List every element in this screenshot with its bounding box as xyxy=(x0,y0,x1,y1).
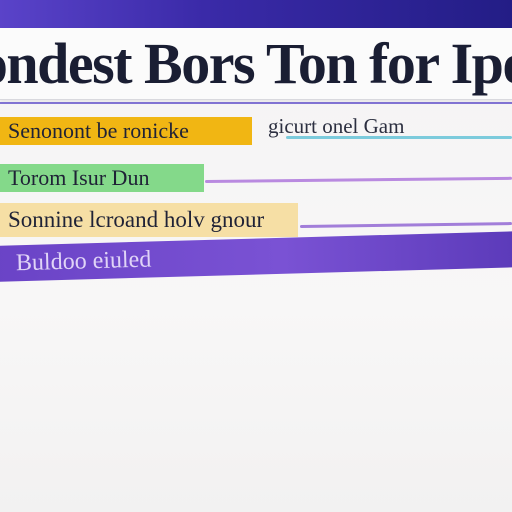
list-item-4[interactable]: Buldoo eiuled xyxy=(0,231,512,282)
list-item-1[interactable]: Senonont be ronicke xyxy=(0,117,252,145)
list-item-label: Buldoo eiuled xyxy=(15,246,152,276)
list-item-side-text: gicurt onel Gam xyxy=(268,114,405,138)
list-item-3[interactable]: Sonnine lcroand holv gnour xyxy=(0,203,298,237)
list-item-line-3 xyxy=(299,222,512,228)
list-item-2[interactable]: Torom Isur Dun xyxy=(0,164,204,192)
list-item-line-1 xyxy=(286,136,512,139)
page-title: Iondest Bors Ton for Ipor xyxy=(0,30,512,96)
list-item-label: Torom Isur Dun xyxy=(8,165,150,190)
screen: Iondest Bors Ton for Ipor Senonont be ro… xyxy=(0,0,512,512)
list-item-label: Senonont be ronicke xyxy=(8,118,189,143)
list-item-label: Sonnine lcroand holv gnour xyxy=(8,207,265,232)
title-divider xyxy=(0,102,512,104)
list-item-line-2 xyxy=(204,176,512,183)
title-panel: Iondest Bors Ton for Ipor xyxy=(0,28,512,100)
